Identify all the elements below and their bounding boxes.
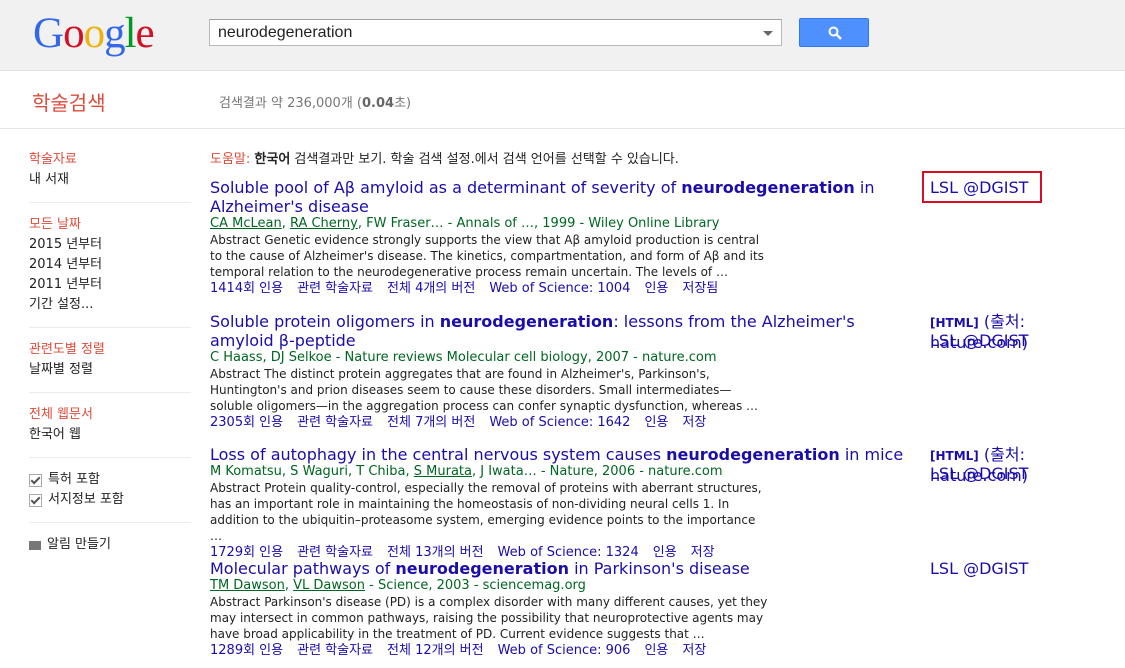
checkmark-icon xyxy=(29,493,42,507)
sidebar-section-date: 모든 날짜 2015 년부터 2014 년부터 2011 년부터 기간 설정..… xyxy=(29,215,191,328)
sidebar-item-custom-range[interactable]: 기간 설정... xyxy=(29,295,191,315)
cite-link[interactable]: 인용 xyxy=(644,281,668,296)
help-line: 도움말: 한국어 검색결과만 보기. 학술 검색 설정.에서 검색 언어를 선택… xyxy=(210,152,679,167)
related-articles-link[interactable]: 관련 학술자료 xyxy=(297,643,373,658)
author-link[interactable]: TM Dawson xyxy=(210,578,285,593)
cite-link[interactable]: 인용 xyxy=(644,415,668,430)
search-button[interactable] xyxy=(799,18,869,47)
sub-bar: 학술검색 검색결과 약 236,000개 (0.04초) xyxy=(0,71,1125,129)
web-of-science-link[interactable]: Web of Science: 1324 xyxy=(498,545,639,560)
top-bar: Google xyxy=(0,0,1125,71)
search-input[interactable] xyxy=(218,23,748,43)
result-snippet: Abstract Parkinson's disease (PD) is a c… xyxy=(210,595,768,641)
author-link[interactable]: RA Cherny xyxy=(290,216,358,231)
save-link[interactable]: 저장됨 xyxy=(682,281,718,296)
result-footer: 1414회 인용 관련 학술자료 전체 4개의 버전 Web of Science: … xyxy=(210,280,910,297)
sidebar-item-since-2014[interactable]: 2014 년부터 xyxy=(29,255,191,275)
sidebar-item-all-web[interactable]: 전체 웹문서 xyxy=(29,405,191,425)
sidebar-section-checks: 특허 포함 서지정보 포함 xyxy=(29,470,191,523)
web-of-science-link[interactable]: Web of Science: 1642 xyxy=(489,415,630,430)
lsl-dgist-link[interactable]: LSL @DGIST xyxy=(930,331,1028,350)
sidebar-item-my-library[interactable]: 내 서재 xyxy=(29,170,191,190)
related-articles-link[interactable]: 관련 학술자료 xyxy=(297,281,373,296)
result-item: Loss of autophagy in the central nervous… xyxy=(210,445,910,561)
sidebar-item-since-2015[interactable]: 2015 년부터 xyxy=(29,235,191,255)
lsl-dgist-link[interactable]: LSL @DGIST xyxy=(930,464,1028,483)
sidebar-item-articles[interactable]: 학술자료 xyxy=(29,150,191,170)
cite-link[interactable]: 인용 xyxy=(644,643,668,658)
cited-by-link[interactable]: 2305회 인용 xyxy=(210,415,283,430)
sidebar-item-korean-web[interactable]: 한국어 웹 xyxy=(29,425,191,445)
related-articles-link[interactable]: 관련 학술자료 xyxy=(297,545,373,560)
envelope-icon xyxy=(29,540,41,550)
korean-only-link[interactable]: 한국어 xyxy=(254,152,290,167)
dropdown-arrow-icon[interactable] xyxy=(763,31,773,36)
google-logo[interactable]: Google xyxy=(33,10,155,58)
cite-link[interactable]: 인용 xyxy=(653,545,677,560)
sidebar-section-sort: 관련도별 정렬 날짜별 정렬 xyxy=(29,340,191,393)
result-authors: CA McLean, RA Cherny, FW Fraser… - Annal… xyxy=(210,216,720,231)
all-versions-link[interactable]: 전체 7개의 버전 xyxy=(387,415,475,430)
lsl-dgist-link[interactable]: LSL @DGIST xyxy=(930,178,1028,197)
checkmark-icon xyxy=(29,473,42,487)
save-link[interactable]: 저장 xyxy=(682,415,706,430)
sidebar-item-since-2011[interactable]: 2011 년부터 xyxy=(29,275,191,295)
all-versions-link[interactable]: 전체 12개의 버전 xyxy=(387,643,484,658)
sidebar-item-sort-date[interactable]: 날짜별 정렬 xyxy=(29,360,191,380)
related-articles-link[interactable]: 관련 학술자료 xyxy=(297,415,373,430)
cited-by-link[interactable]: 1729회 인용 xyxy=(210,545,283,560)
all-versions-link[interactable]: 전체 4개의 버전 xyxy=(387,281,475,296)
search-box xyxy=(209,19,782,46)
result-snippet: Abstract The distinct protein aggregates… xyxy=(210,367,759,413)
result-snippet: Abstract Protein quality-control, especi… xyxy=(210,481,762,543)
result-footer: 1289회 인용 관련 학술자료 전체 12개의 버전 Web of Science:… xyxy=(210,642,910,659)
left-sidebar: 학술자료 내 서재 모든 날짜 2015 년부터 2014 년부터 2011 년… xyxy=(29,150,191,555)
result-authors: TM Dawson, VL Dawson - Science, 2003 - s… xyxy=(210,578,586,593)
result-item: Soluble pool of Aβ amyloid as a determin… xyxy=(210,178,910,297)
save-link[interactable]: 저장 xyxy=(682,643,706,658)
lsl-dgist-link[interactable]: LSL @DGIST xyxy=(930,559,1028,578)
cited-by-link[interactable]: 1414회 인용 xyxy=(210,281,283,296)
result-title-link[interactable]: Molecular pathways of neurodegeneration … xyxy=(210,559,910,578)
cited-by-link[interactable]: 1289회 인용 xyxy=(210,643,283,658)
sidebar-section-type: 학술자료 내 서재 xyxy=(29,150,191,203)
sidebar-item-any-time[interactable]: 모든 날짜 xyxy=(29,215,191,235)
result-item: Soluble protein oligomers in neurodegene… xyxy=(210,312,910,431)
web-of-science-link[interactable]: Web of Science: 906 xyxy=(498,643,631,658)
include-patents-checkbox[interactable]: 특허 포함 xyxy=(29,470,191,490)
sidebar-section-web: 전체 웹문서 한국어 웹 xyxy=(29,405,191,458)
include-citations-checkbox[interactable]: 서지정보 포함 xyxy=(29,490,191,510)
search-icon xyxy=(828,26,842,40)
save-link[interactable]: 저장 xyxy=(691,545,715,560)
sidebar-item-sort-relevance[interactable]: 관련도별 정렬 xyxy=(29,340,191,360)
author-link[interactable]: VL Dawson xyxy=(293,578,365,593)
create-alert-link[interactable]: 알림 만들기 xyxy=(29,535,191,555)
scholar-brand[interactable]: 학술검색 xyxy=(32,87,106,116)
web-of-science-link[interactable]: Web of Science: 1004 xyxy=(489,281,630,296)
result-title-link[interactable]: Soluble pool of Aβ amyloid as a determin… xyxy=(210,178,910,216)
author-link[interactable]: CA McLean xyxy=(210,216,282,231)
result-snippet: Abstract Genetic evidence strongly suppo… xyxy=(210,233,764,279)
result-authors: M Komatsu, S Waguri, T Chiba, S Murata, … xyxy=(210,464,723,479)
result-item: Molecular pathways of neurodegeneration … xyxy=(210,559,910,659)
all-versions-link[interactable]: 전체 13개의 버전 xyxy=(387,545,484,560)
result-authors: C Haass, DJ Selkoe - Nature reviews Mole… xyxy=(210,350,717,365)
author-link[interactable]: S Murata xyxy=(414,464,472,479)
result-stats: 검색결과 약 236,000개 (0.04초) xyxy=(219,96,412,111)
result-title-link[interactable]: Loss of autophagy in the central nervous… xyxy=(210,445,910,464)
result-title-link[interactable]: Soluble protein oligomers in neurodegene… xyxy=(210,312,910,350)
result-footer: 2305회 인용 관련 학술자료 전체 7개의 버전 Web of Science: … xyxy=(210,414,910,431)
